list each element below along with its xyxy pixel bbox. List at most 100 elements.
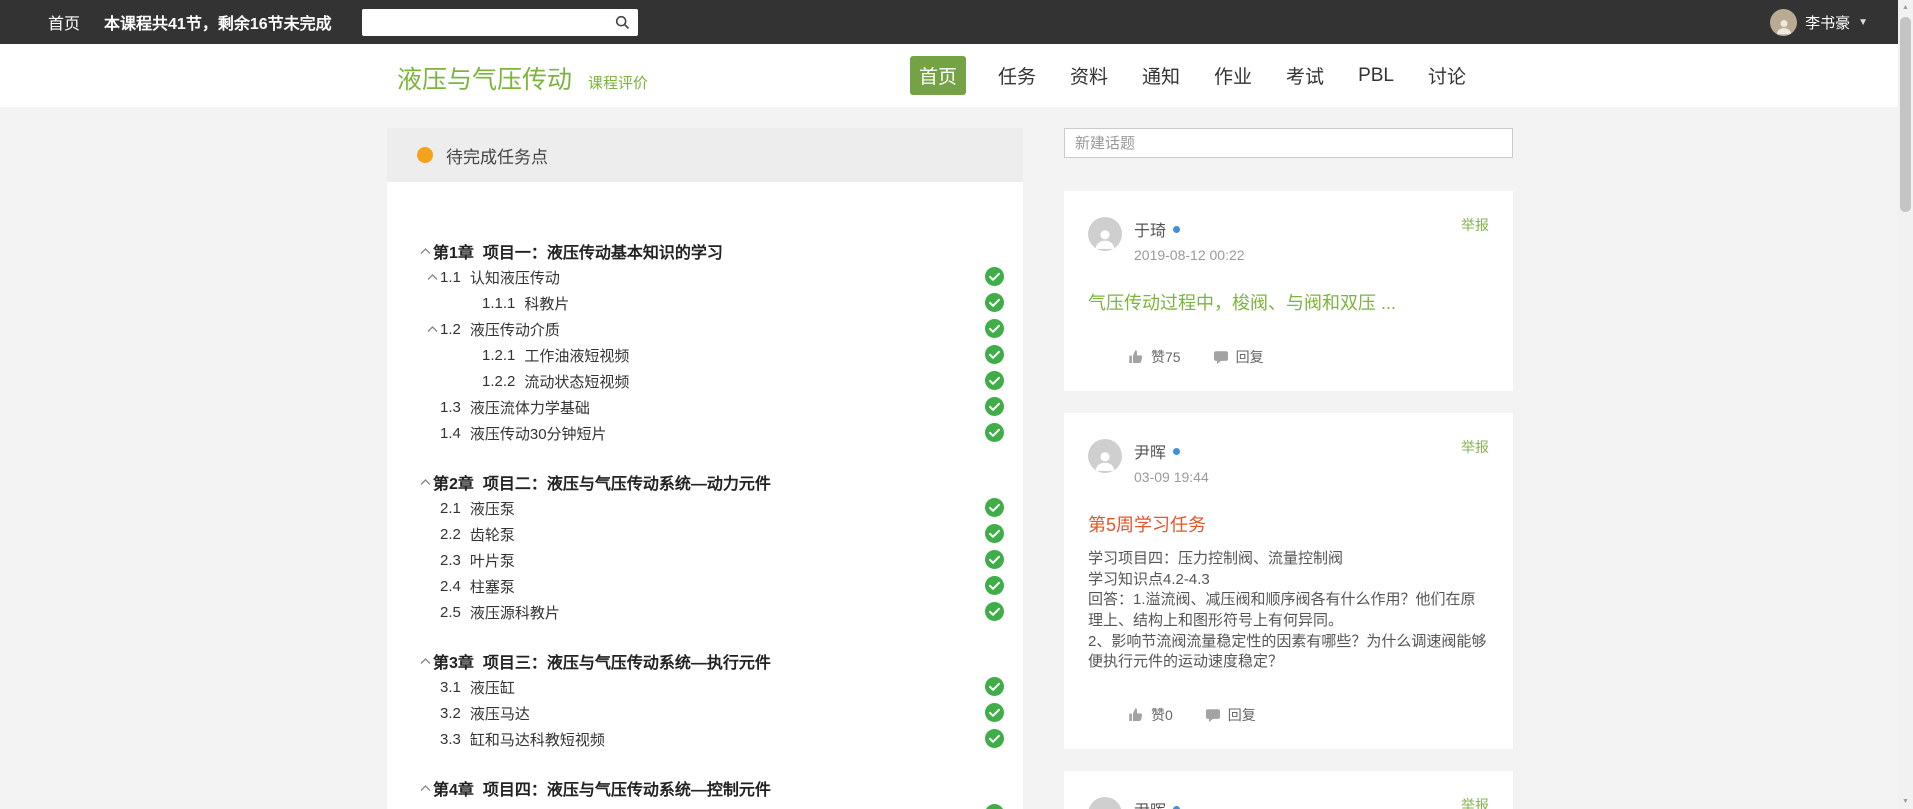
tasks-panel-title: 待完成任务点 <box>446 143 548 168</box>
tree-row-label: 认知液压传动 <box>470 267 560 288</box>
search-icon[interactable] <box>608 9 638 36</box>
task-check-icon <box>985 602 1004 621</box>
indent-spacer <box>387 586 424 587</box>
nav-tab[interactable]: 讨论 <box>1426 56 1468 95</box>
indent-spacer <box>387 381 466 382</box>
tree-row-num: 1.1 <box>440 269 461 286</box>
chevron-up-icon[interactable] <box>417 248 433 255</box>
tree-row[interactable]: 3.3 缸和马达科教短视频 <box>387 726 1023 752</box>
task-check-icon <box>985 729 1004 748</box>
nav-tab[interactable]: PBL <box>1356 59 1396 93</box>
tree-row[interactable]: 2.4 柱塞泵 <box>387 573 1023 599</box>
topic-footer: 赞75 回复 <box>1088 347 1489 367</box>
tree-row-num: 2.1 <box>440 500 461 517</box>
course-title: 液压与气压传动 <box>397 60 572 96</box>
nav-tab[interactable]: 资料 <box>1068 56 1110 95</box>
topic-title[interactable]: 气压传动过程中，梭阀、与阀和双压 ... <box>1088 289 1489 315</box>
chevron-down-icon: ▼ <box>1858 17 1868 28</box>
reply-button[interactable]: 回复 <box>1213 347 1264 367</box>
tree-row[interactable]: 第2章 项目二：液压与气压传动系统—动力元件 <box>387 469 1023 495</box>
tree-row[interactable]: 1.4 液压传动30分钟短片 <box>387 420 1023 446</box>
nav-tab[interactable]: 作业 <box>1212 56 1254 95</box>
indent-spacer <box>387 739 424 740</box>
indent-spacer <box>387 329 424 330</box>
topic-report-link[interactable]: 举报 <box>1461 795 1489 809</box>
thumbs-up-icon <box>1128 707 1144 723</box>
scrollbar-down-arrow[interactable]: ▼ <box>1898 794 1913 809</box>
tree-row-num: 1.3 <box>440 399 461 416</box>
tree-row[interactable]: 2.3 叶片泵 <box>387 547 1023 573</box>
task-check-icon <box>985 703 1004 722</box>
topic-report-link[interactable]: 举报 <box>1461 215 1489 235</box>
tree-row-num: 2.5 <box>440 604 461 621</box>
chevron-up-icon[interactable] <box>424 326 440 333</box>
task-check-icon <box>985 267 1004 286</box>
tree-row[interactable]: 第3章 项目三：液压与气压传动系统—执行元件 <box>387 648 1023 674</box>
chevron-up-icon[interactable] <box>417 785 433 792</box>
topic-footer: 赞0 回复 <box>1088 705 1489 725</box>
topic-body: 学习项目四：压力控制阀、流量控制阀学习知识点4.2-4.3回答：1.溢流阀、减压… <box>1088 549 1489 673</box>
tree-row[interactable] <box>387 801 1023 809</box>
tree-row[interactable]: 3.1 液压缸 <box>387 674 1023 700</box>
tree-row[interactable]: 1.2.1 工作油液短视频 <box>387 342 1023 368</box>
topic-report-link[interactable]: 举报 <box>1461 437 1489 457</box>
tree-row-num: 第1章 <box>433 239 474 263</box>
nav-tab[interactable]: 首页 <box>910 56 966 95</box>
tasks-panel-header: 待完成任务点 <box>387 128 1023 182</box>
tree-row[interactable]: 1.2.2 流动状态短视频 <box>387 368 1023 394</box>
user-menu[interactable]: 李书豪 ▼ <box>1770 9 1868 36</box>
topic-author-avatar <box>1088 217 1122 251</box>
online-dot-icon <box>1173 226 1180 233</box>
reply-label: 回复 <box>1236 347 1264 367</box>
topic-card: 于琦 2019-08-12 00:22 举报 气压传动过程中，梭阀、与阀和双压 … <box>1064 191 1513 391</box>
search-input[interactable] <box>362 9 608 36</box>
scrollbar-up-arrow[interactable]: ▲ <box>1898 0 1913 15</box>
indent-spacer <box>387 534 424 535</box>
task-check-icon <box>985 345 1004 364</box>
topic-list: 于琦 2019-08-12 00:22 举报 气压传动过程中，梭阀、与阀和双压 … <box>1064 191 1513 809</box>
tree-row[interactable]: 1.1 认知液压传动 <box>387 264 1023 290</box>
pending-dot-icon <box>417 147 433 163</box>
reply-button[interactable]: 回复 <box>1205 705 1256 725</box>
topic-title[interactable]: 第5周学习任务 <box>1088 511 1489 537</box>
content-area: 待完成任务点 第1章 项目一：液压传动基本知识的学习 1.1 认知液压传动 <box>0 107 1898 809</box>
tree-row[interactable]: 第1章 项目一：液压传动基本知识的学习 <box>387 238 1023 264</box>
chevron-up-icon[interactable] <box>417 479 433 486</box>
tree-row[interactable]: 2.2 齿轮泵 <box>387 521 1023 547</box>
scrollbar[interactable]: ▲ ▼ <box>1898 0 1913 809</box>
tree-row[interactable]: 第4章 项目四：液压与气压传动系统—控制元件 <box>387 775 1023 801</box>
course-eval-link[interactable]: 课程评价 <box>588 72 648 93</box>
tree-row[interactable]: 1.2 液压传动介质 <box>387 316 1023 342</box>
tree-row-label: 项目一：液压传动基本知识的学习 <box>483 239 723 263</box>
tree-row-label: 柱塞泵 <box>470 576 515 597</box>
tree-row[interactable]: 3.2 液压马达 <box>387 700 1023 726</box>
nav-tab[interactable]: 通知 <box>1140 56 1182 95</box>
indent-spacer <box>387 687 424 688</box>
indent-spacer <box>387 482 417 483</box>
topic-header: 尹晖 03-02 20:13 <box>1088 797 1489 809</box>
scrollbar-thumb[interactable] <box>1900 17 1911 212</box>
like-button[interactable]: 赞75 <box>1128 347 1181 367</box>
like-button[interactable]: 赞0 <box>1128 705 1173 725</box>
chevron-up-icon[interactable] <box>417 658 433 665</box>
topic-author-row: 尹晖 <box>1134 439 1209 463</box>
tree-row[interactable]: 2.1 液压泵 <box>387 495 1023 521</box>
topic-card: 尹晖 03-02 20:13 举报 <box>1064 771 1513 809</box>
task-check-icon <box>985 397 1004 416</box>
topic-author-avatar <box>1088 439 1122 473</box>
indent-spacer <box>387 612 424 613</box>
comment-icon <box>1205 708 1221 723</box>
topic-author-name: 尹晖 <box>1134 439 1166 463</box>
nav-tab[interactable]: 考试 <box>1284 56 1326 95</box>
new-topic-input[interactable] <box>1064 128 1513 158</box>
chevron-up-icon[interactable] <box>424 274 440 281</box>
online-dot-icon <box>1173 448 1180 455</box>
tree-row-label: 液压源科教片 <box>470 602 560 623</box>
tree-row[interactable]: 1.1.1 科教片 <box>387 290 1023 316</box>
tree-row[interactable]: 1.3 液压流体力学基础 <box>387 394 1023 420</box>
tree-row[interactable]: 2.5 液压源科教片 <box>387 599 1023 625</box>
user-name: 李书豪 <box>1805 12 1850 33</box>
nav-tab[interactable]: 任务 <box>996 56 1038 95</box>
tree-row-num: 2.2 <box>440 526 461 543</box>
topbar-home-link[interactable]: 首页 <box>48 10 80 34</box>
